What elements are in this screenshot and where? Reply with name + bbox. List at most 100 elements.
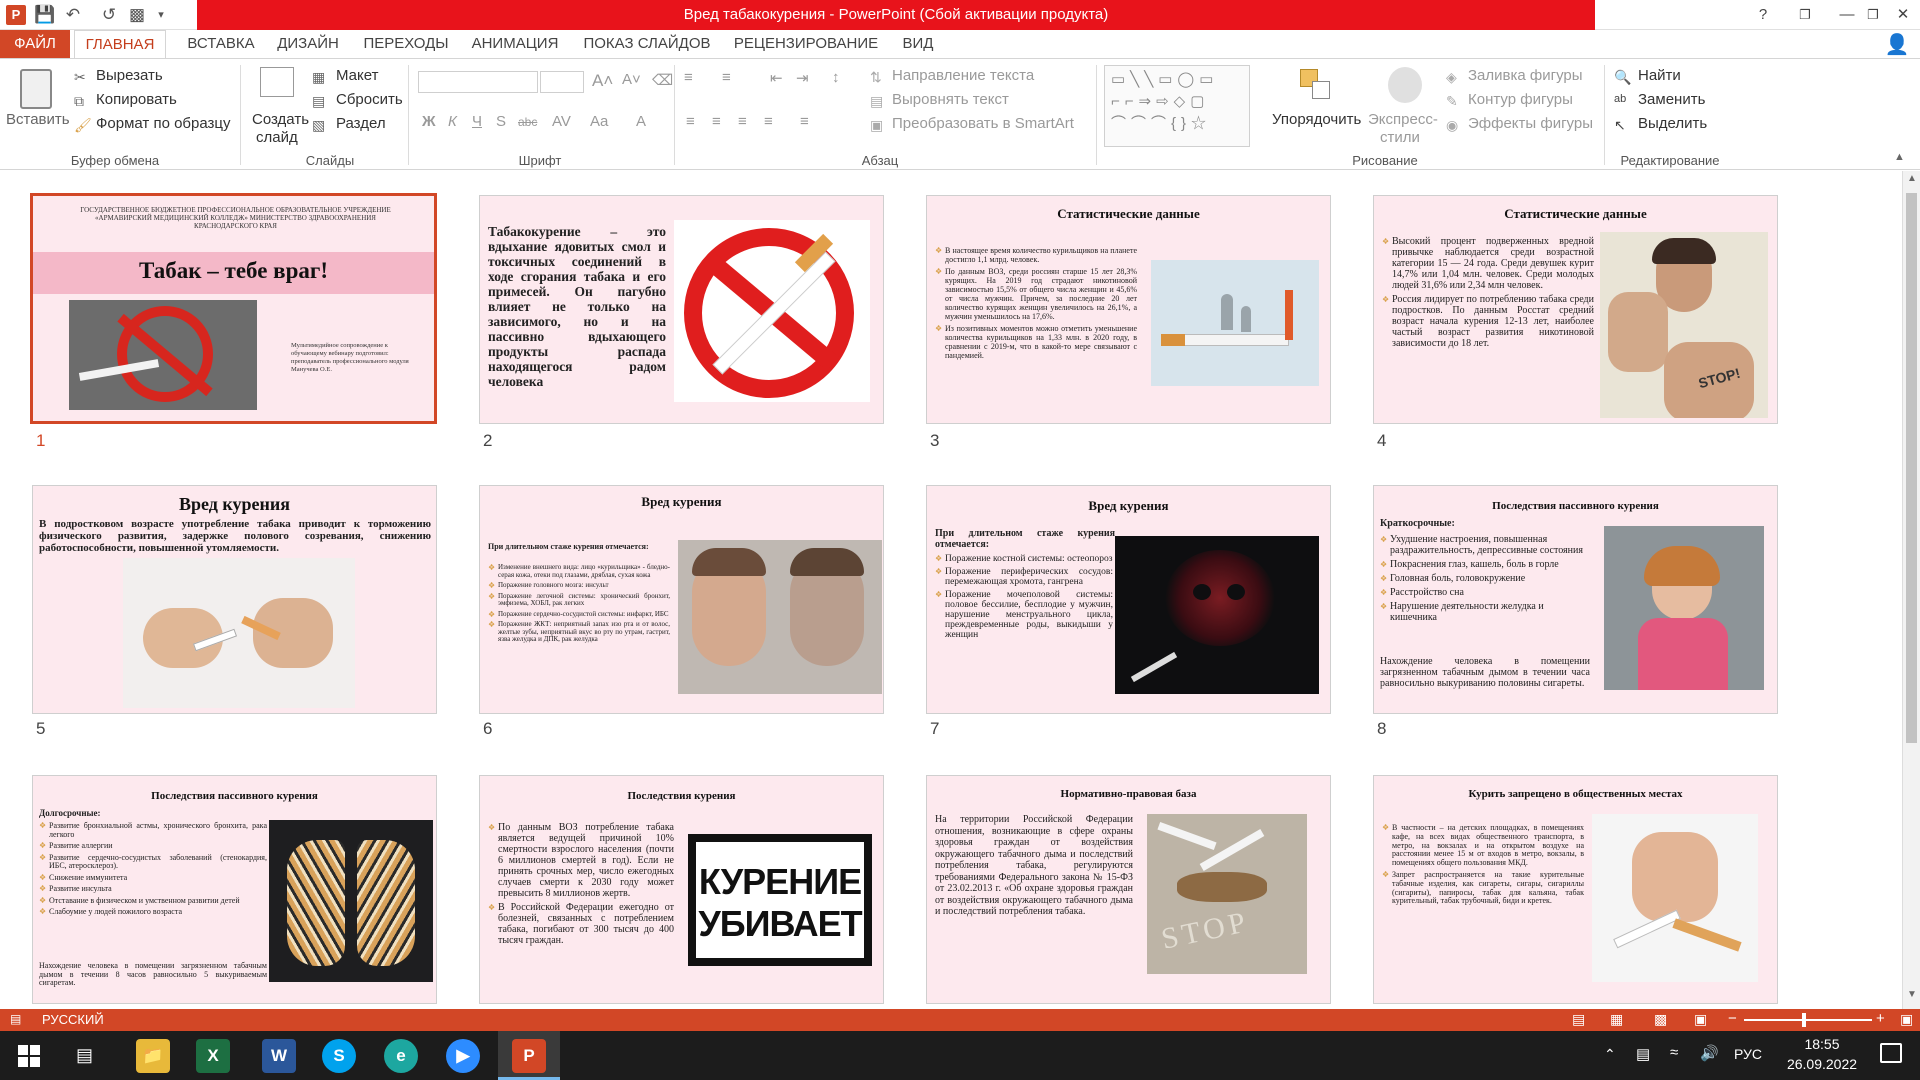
replace-button[interactable]: Заменить: [1638, 91, 1705, 108]
battery-icon[interactable]: ▤: [1636, 1045, 1650, 1063]
slide-thumbnail-9[interactable]: Последствия пассивного курения Долгосроч…: [32, 775, 437, 1004]
text-direction-button[interactable]: Направление текста: [892, 67, 1034, 84]
tab-file[interactable]: ФАЙЛ: [0, 30, 70, 58]
clear-format-icon[interactable]: ⌫: [652, 71, 673, 89]
decrease-indent-icon[interactable]: ⇤: [770, 69, 783, 87]
word-icon[interactable]: W: [262, 1039, 296, 1073]
quick-styles-button-line2[interactable]: стили: [1380, 129, 1420, 146]
close-button[interactable]: ✕: [1880, 0, 1920, 30]
redo-icon[interactable]: ↺: [98, 4, 120, 26]
slide-thumbnail-4[interactable]: Статистические данные Высокий процент по…: [1373, 195, 1778, 424]
shadow-icon[interactable]: S: [496, 113, 506, 130]
shape-effects-button[interactable]: Эффекты фигуры: [1468, 115, 1593, 132]
clock-date[interactable]: 26.09.2022: [1776, 1056, 1868, 1072]
show-hidden-icons[interactable]: ⌃: [1604, 1046, 1616, 1063]
line-spacing-icon[interactable]: ↕: [832, 69, 840, 86]
excel-icon[interactable]: X: [196, 1039, 230, 1073]
align-right-icon[interactable]: ≡: [738, 113, 747, 130]
justify-icon[interactable]: ≡: [764, 113, 773, 130]
paste-icon[interactable]: [20, 69, 52, 109]
slide-thumbnail-2[interactable]: Табакокурение – это вдыхание ядовитых см…: [479, 195, 884, 424]
slide-thumbnail-10[interactable]: Последствия курения По данным ВОЗ потреб…: [479, 775, 884, 1004]
font-size-input[interactable]: [540, 71, 584, 93]
bold-icon[interactable]: Ж: [422, 113, 436, 130]
windows-start-icon[interactable]: [18, 1045, 40, 1067]
notifications-icon[interactable]: [1880, 1043, 1902, 1063]
spelling-icon[interactable]: ▤: [10, 1012, 21, 1026]
help-button[interactable]: ?: [1740, 0, 1786, 30]
scroll-down-icon[interactable]: ▼: [1903, 989, 1920, 1007]
scrollbar-thumb[interactable]: [1906, 193, 1917, 743]
account-icon[interactable]: 👤: [1880, 32, 1914, 56]
quick-styles-button[interactable]: Экспресс-: [1368, 111, 1438, 128]
align-center-icon[interactable]: ≡: [712, 113, 721, 130]
normal-view-icon[interactable]: ▤: [1572, 1011, 1585, 1028]
numbering-icon[interactable]: ≡: [722, 69, 731, 86]
undo-icon[interactable]: ↶: [62, 4, 84, 26]
spacing-icon[interactable]: AV: [552, 113, 571, 130]
zoom-in-icon[interactable]: +: [1876, 1010, 1885, 1027]
increase-indent-icon[interactable]: ⇥: [796, 69, 809, 87]
underline-icon[interactable]: Ч: [472, 113, 482, 130]
shapes-gallery[interactable]: ▭╲╲▭◯▭ ⌐⌐⇒⇨◇▢ ⌒⌒⌒{}☆: [1104, 65, 1250, 147]
tab-animation[interactable]: АНИМАЦИЯ: [466, 30, 564, 58]
file-explorer-icon[interactable]: 📁: [136, 1039, 170, 1073]
zoom-slider[interactable]: [1744, 1019, 1872, 1021]
strikethrough-icon[interactable]: abc: [518, 115, 537, 129]
select-button[interactable]: Выделить: [1638, 115, 1707, 132]
customize-qat-icon[interactable]: ▾: [150, 4, 172, 26]
scroll-up-icon[interactable]: ▲: [1903, 173, 1920, 191]
zoom-out-icon[interactable]: −: [1728, 1010, 1737, 1027]
align-text-button[interactable]: Выровнять текст: [892, 91, 1009, 108]
bullets-icon[interactable]: ≡: [684, 69, 693, 86]
slide-thumbnail-1[interactable]: ГОСУДАРСТВЕННОЕ БЮДЖЕТНОЕ ПРОФЕССИОНАЛЬН…: [30, 193, 437, 424]
shrink-font-icon[interactable]: A˅: [622, 71, 641, 88]
slide-thumbnail-11[interactable]: Нормативно-правовая база На территории Р…: [926, 775, 1331, 1004]
tab-review[interactable]: РЕЦЕНЗИРОВАНИЕ: [726, 30, 886, 58]
powerpoint-taskbar-button[interactable]: P: [498, 1031, 560, 1080]
slide-sorter-icon[interactable]: ▦: [1610, 1011, 1623, 1028]
skype-icon[interactable]: S: [322, 1039, 356, 1073]
reset-button[interactable]: Сбросить: [336, 91, 403, 108]
smartart-button[interactable]: Преобразовать в SmartArt: [892, 115, 1074, 132]
format-painter-button[interactable]: Формат по образцу: [96, 115, 231, 132]
tab-view[interactable]: ВИД: [898, 30, 938, 58]
tab-insert[interactable]: ВСТАВКА: [178, 30, 264, 58]
font-color-icon[interactable]: A: [636, 113, 646, 130]
find-button[interactable]: Найти: [1638, 67, 1681, 84]
section-button[interactable]: Раздел: [336, 115, 386, 132]
align-left-icon[interactable]: ≡: [686, 113, 695, 130]
save-icon[interactable]: 💾: [34, 4, 56, 26]
columns-icon[interactable]: ≡: [800, 113, 809, 130]
new-slide-button[interactable]: Создать: [252, 111, 309, 128]
slide-thumbnail-12[interactable]: Курить запрещено в общественных местах В…: [1373, 775, 1778, 1004]
arrange-button[interactable]: Упорядочить: [1272, 111, 1361, 128]
slide-thumbnail-7[interactable]: Вред курения При длительном стаже курени…: [926, 485, 1331, 714]
slide-thumbnail-5[interactable]: Вред курения В подростковом возрасте упо…: [32, 485, 437, 714]
italic-icon[interactable]: К: [448, 113, 457, 130]
quick-styles-icon[interactable]: [1388, 67, 1422, 103]
collapse-ribbon-icon[interactable]: ▲: [1894, 151, 1905, 163]
arrange-icon[interactable]: [1300, 69, 1334, 103]
slide-thumbnail-3[interactable]: Статистические данные В настоящее время …: [926, 195, 1331, 424]
font-name-input[interactable]: [418, 71, 538, 93]
tab-transitions[interactable]: ПЕРЕХОДЫ: [356, 30, 456, 58]
reading-view-icon[interactable]: ▩: [1654, 1011, 1667, 1028]
grow-font-icon[interactable]: A˄: [592, 71, 613, 91]
shape-fill-button[interactable]: Заливка фигуры: [1468, 67, 1583, 84]
copy-button[interactable]: Копировать: [96, 91, 177, 108]
input-language[interactable]: РУС: [1734, 1046, 1762, 1062]
wifi-icon[interactable]: ≈: [1670, 1044, 1678, 1061]
fit-to-window-icon[interactable]: ▣: [1900, 1011, 1913, 1028]
ribbon-display-button[interactable]: ❐: [1782, 0, 1828, 30]
tab-design[interactable]: ДИЗАЙН: [270, 30, 346, 58]
cut-button[interactable]: Вырезать: [96, 67, 163, 84]
slide-thumbnail-6[interactable]: Вред курения При длительном стаже курени…: [479, 485, 884, 714]
tab-home[interactable]: ГЛАВНАЯ: [74, 30, 166, 58]
slide-thumbnail-8[interactable]: Последствия пассивного курения Краткосро…: [1373, 485, 1778, 714]
zoom-slider-thumb[interactable]: [1802, 1013, 1806, 1027]
task-view-icon[interactable]: ▤: [76, 1045, 93, 1066]
vertical-scrollbar[interactable]: ▲ ▼: [1902, 171, 1920, 1009]
layout-button[interactable]: Макет: [336, 67, 378, 84]
tab-slideshow[interactable]: ПОКАЗ СЛАЙДОВ: [580, 30, 714, 58]
